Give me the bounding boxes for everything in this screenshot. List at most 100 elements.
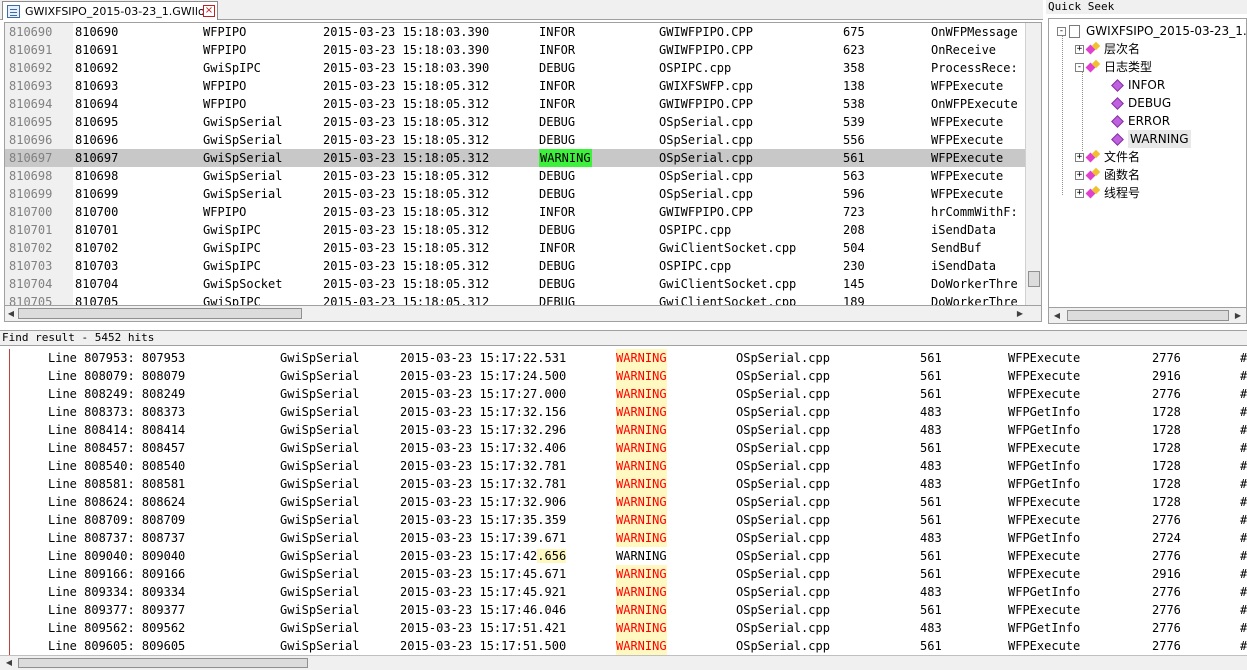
function-name: WFPExecute <box>1008 387 1081 401</box>
scroll-left-icon[interactable]: ◀ <box>6 308 16 319</box>
tree-node-function-name[interactable]: + 函数名 <box>1075 166 1140 184</box>
find-row[interactable]: Line 807953: 807953 GwiSpSerial 2015-03-23… <box>0 349 1247 367</box>
module-name: GwiSpIPC <box>203 241 261 255</box>
tree-root[interactable]: - GWIXFSIPO_2015-03-23_1.G <box>1057 22 1246 40</box>
log-row[interactable]: 810700 810700 WFPIPO 2015-03-23 15:18:05.31… <box>5 203 1027 221</box>
find-row[interactable]: Line 808457: 808457 GwiSpSerial 2015-03-23… <box>0 439 1247 457</box>
log-row[interactable]: 810701 810701 GwiSpIPC 2015-03-23 15:18:05.… <box>5 221 1027 239</box>
find-row[interactable]: Line 808737: 808737 GwiSpSerial 2015-03-23… <box>0 529 1247 547</box>
log-level: DEBUG <box>539 187 576 201</box>
log-row[interactable]: 810692 810692 GwiSpIPC 2015-03-23 15:18:03.… <box>5 59 1027 77</box>
find-row[interactable]: Line 808581: 808581 GwiSpSerial 2015-03-23… <box>0 475 1247 493</box>
find-row[interactable]: Line 808709: 808709 GwiSpSerial 2015-03-23… <box>0 511 1247 529</box>
find-row[interactable]: Line 808414: 808414 GwiSpSerial 2015-03-23… <box>0 421 1247 439</box>
log-level: WARNING <box>616 403 667 421</box>
collapse-icon[interactable]: - <box>1075 62 1084 72</box>
source-file: OSpSerial.cpp <box>736 351 830 365</box>
scroll-thumb[interactable] <box>18 658 308 668</box>
tree-node-thread-id[interactable]: + 线程号 <box>1075 184 1140 202</box>
tree-leaf-error[interactable]: ERROR <box>1111 112 1170 130</box>
tree-node-level-name[interactable]: + 层次名 <box>1075 40 1140 58</box>
find-row[interactable]: Line 809377: 809377 GwiSpSerial 2015-03-23… <box>0 601 1247 619</box>
log-row[interactable]: 810704 810704 GwiSpSocket 2015-03-23 15:18:… <box>5 275 1027 293</box>
function-name: DoWorkerThre <box>931 277 1018 291</box>
log-row[interactable]: 810695 810695 GwiSpSerial 2015-03-23 15:18:… <box>5 113 1027 131</box>
expand-icon[interactable]: + <box>1075 44 1084 54</box>
log-row[interactable]: 810694 810694 WFPIPO 2015-03-23 15:18:05.31… <box>5 95 1027 113</box>
find-row[interactable]: Line 808373: 808373 GwiSpSerial 2015-03-23… <box>0 403 1247 421</box>
tree-leaf-infor[interactable]: INFOR <box>1111 76 1165 94</box>
log-id: 810705 <box>75 295 119 306</box>
scroll-left-icon[interactable]: ◀ <box>1052 310 1062 321</box>
log-view[interactable]: 810690 810690 WFPIPO 2015-03-23 15:18:03.39… <box>4 22 1042 306</box>
function-name: WFPExecute <box>1008 639 1081 653</box>
expand-icon[interactable]: + <box>1075 170 1084 180</box>
log-row[interactable]: 810705 810705 GwiSpIPC 2015-03-23 15:18:05.… <box>5 293 1027 306</box>
quick-seek-horizontal-scrollbar[interactable]: ◀ ▶ <box>1048 308 1247 324</box>
overflow-marker: # <box>1240 423 1247 437</box>
find-row[interactable]: Line 809040: 809040 GwiSpSerial 2015-03-23… <box>0 547 1247 565</box>
timestamp: 2015-03-23 15:18:05.312 <box>323 259 490 273</box>
find-row[interactable]: Line 808624: 808624 GwiSpSerial 2015-03-23… <box>0 493 1247 511</box>
find-horizontal-scrollbar[interactable]: ◀ <box>0 655 1247 670</box>
scroll-thumb[interactable] <box>18 308 302 319</box>
timestamp: 2015-03-23 15:17:32.781 <box>400 459 567 473</box>
timestamp: 2015-03-23 15:17:45.921 <box>400 585 567 599</box>
function-name: WFPExecute <box>1008 351 1081 365</box>
source-file: GWIWFPIPO.CPP <box>659 43 753 57</box>
expand-icon[interactable]: + <box>1075 188 1084 198</box>
log-row[interactable]: 810696 810696 GwiSpSerial 2015-03-23 15:18:… <box>5 131 1027 149</box>
source-line: 230 <box>843 259 865 273</box>
expand-icon[interactable]: + <box>1075 152 1084 162</box>
find-row[interactable]: Line 808540: 808540 GwiSpSerial 2015-03-23… <box>0 457 1247 475</box>
timestamp: 2015-03-23 15:17:46.046 <box>400 603 567 617</box>
log-level: WARNING <box>616 493 667 511</box>
tree-node-log-type[interactable]: - 日志类型 <box>1075 58 1152 76</box>
log-row[interactable]: 810702 810702 GwiSpIPC 2015-03-23 15:18:05.… <box>5 239 1027 257</box>
log-id: 810700 <box>75 205 119 219</box>
find-results-list[interactable]: Line 807953: 807953 GwiSpSerial 2015-03-23… <box>0 349 1247 655</box>
match-line: Line 808540: 808540 <box>48 459 186 473</box>
log-row[interactable]: 810699 810699 GwiSpSerial 2015-03-23 15:18:… <box>5 185 1027 203</box>
close-icon[interactable]: × <box>203 5 215 17</box>
log-level: INFOR <box>539 205 576 219</box>
find-row[interactable]: Line 809166: 809166 GwiSpSerial 2015-03-23… <box>0 565 1247 583</box>
line-number: 810693 <box>9 79 53 93</box>
source-file: OSpSerial.cpp <box>736 495 830 509</box>
log-level: WARNING <box>616 475 667 493</box>
log-vertical-scrollbar[interactable] <box>1025 23 1041 305</box>
tab-log-file[interactable]: GWIXFSIPO_2015-03-23_1.GWIlo × <box>2 1 218 20</box>
find-row[interactable]: Line 809334: 809334 GwiSpSerial 2015-03-23… <box>0 583 1247 601</box>
scroll-right-icon[interactable]: ▶ <box>1015 308 1025 319</box>
function-name: WFPExecute <box>931 79 1004 93</box>
find-row[interactable]: Line 809605: 809605 GwiSpSerial 2015-03-23… <box>0 637 1247 655</box>
find-row[interactable]: Line 808249: 808249 GwiSpSerial 2015-03-23… <box>0 385 1247 403</box>
tree-node-file-name[interactable]: + 文件名 <box>1075 148 1140 166</box>
find-row[interactable]: Line 808079: 808079 GwiSpSerial 2015-03-23… <box>0 367 1247 385</box>
scroll-thumb[interactable] <box>1067 310 1229 321</box>
line-number: 810691 <box>9 43 53 57</box>
scroll-left-icon[interactable]: ◀ <box>4 657 14 668</box>
log-row[interactable]: 810693 810693 WFPIPO 2015-03-23 15:18:05.31… <box>5 77 1027 95</box>
log-row[interactable]: 810703 810703 GwiSpIPC 2015-03-23 15:18:05.… <box>5 257 1027 275</box>
tree-leaf-warning[interactable]: WARNING <box>1111 130 1191 148</box>
timestamp: 2015-03-23 15:18:05.312 <box>323 205 490 219</box>
scroll-right-icon[interactable]: ▶ <box>1233 310 1243 321</box>
file-icon <box>1069 24 1080 38</box>
function-name: WFPGetInfo <box>1008 459 1081 473</box>
collapse-icon[interactable]: - <box>1057 26 1066 36</box>
quick-seek-tree[interactable]: - GWIXFSIPO_2015-03-23_1.G + 层次名 - 日志类型 … <box>1048 18 1247 308</box>
module-name: GwiSpSerial <box>280 387 360 401</box>
log-horizontal-scrollbar[interactable]: ◀ ▶ <box>4 306 1042 322</box>
log-row[interactable]: 810690 810690 WFPIPO 2015-03-23 15:18:03.39… <box>5 23 1027 41</box>
log-row[interactable]: 810697 810697 GwiSpSerial 2015-03-23 15:18:… <box>5 149 1027 167</box>
find-row[interactable]: Line 809562: 809562 GwiSpSerial 2015-03-23… <box>0 619 1247 637</box>
log-row[interactable]: 810698 810698 GwiSpSerial 2015-03-23 15:18:… <box>5 167 1027 185</box>
tree-leaf-debug[interactable]: DEBUG <box>1111 94 1171 112</box>
source-line: 675 <box>843 25 865 39</box>
thread-id: 2916 <box>1152 567 1181 581</box>
source-line: 561 <box>920 387 942 401</box>
log-row[interactable]: 810691 810691 WFPIPO 2015-03-23 15:18:03.39… <box>5 41 1027 59</box>
scroll-thumb[interactable] <box>1028 271 1040 287</box>
source-line: 596 <box>843 187 865 201</box>
